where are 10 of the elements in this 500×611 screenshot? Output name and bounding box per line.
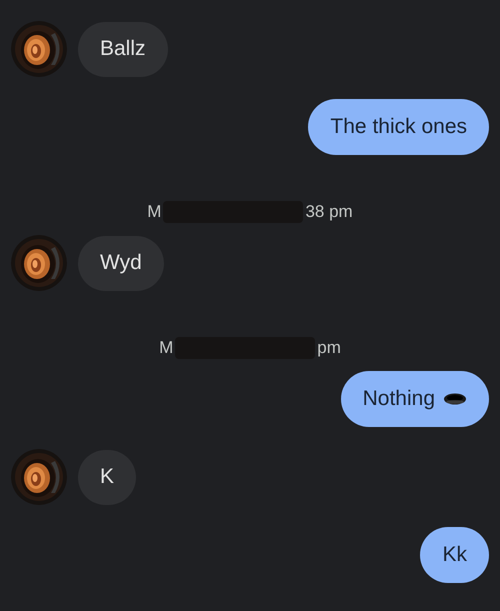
timestamp: M	[147, 201, 162, 224]
message-bubble: Ballz	[78, 22, 168, 76]
message-bubble: Wyd	[78, 236, 164, 290]
message-bubble: K	[78, 450, 136, 504]
timestamp: M	[159, 337, 174, 360]
timestamp: pm	[317, 337, 341, 360]
message-bubble: Kk	[420, 527, 489, 583]
message-bubble: The thick ones	[308, 99, 489, 155]
message-bubble: Nothing	[340, 371, 489, 427]
timestamp: 38 pm	[305, 201, 353, 224]
